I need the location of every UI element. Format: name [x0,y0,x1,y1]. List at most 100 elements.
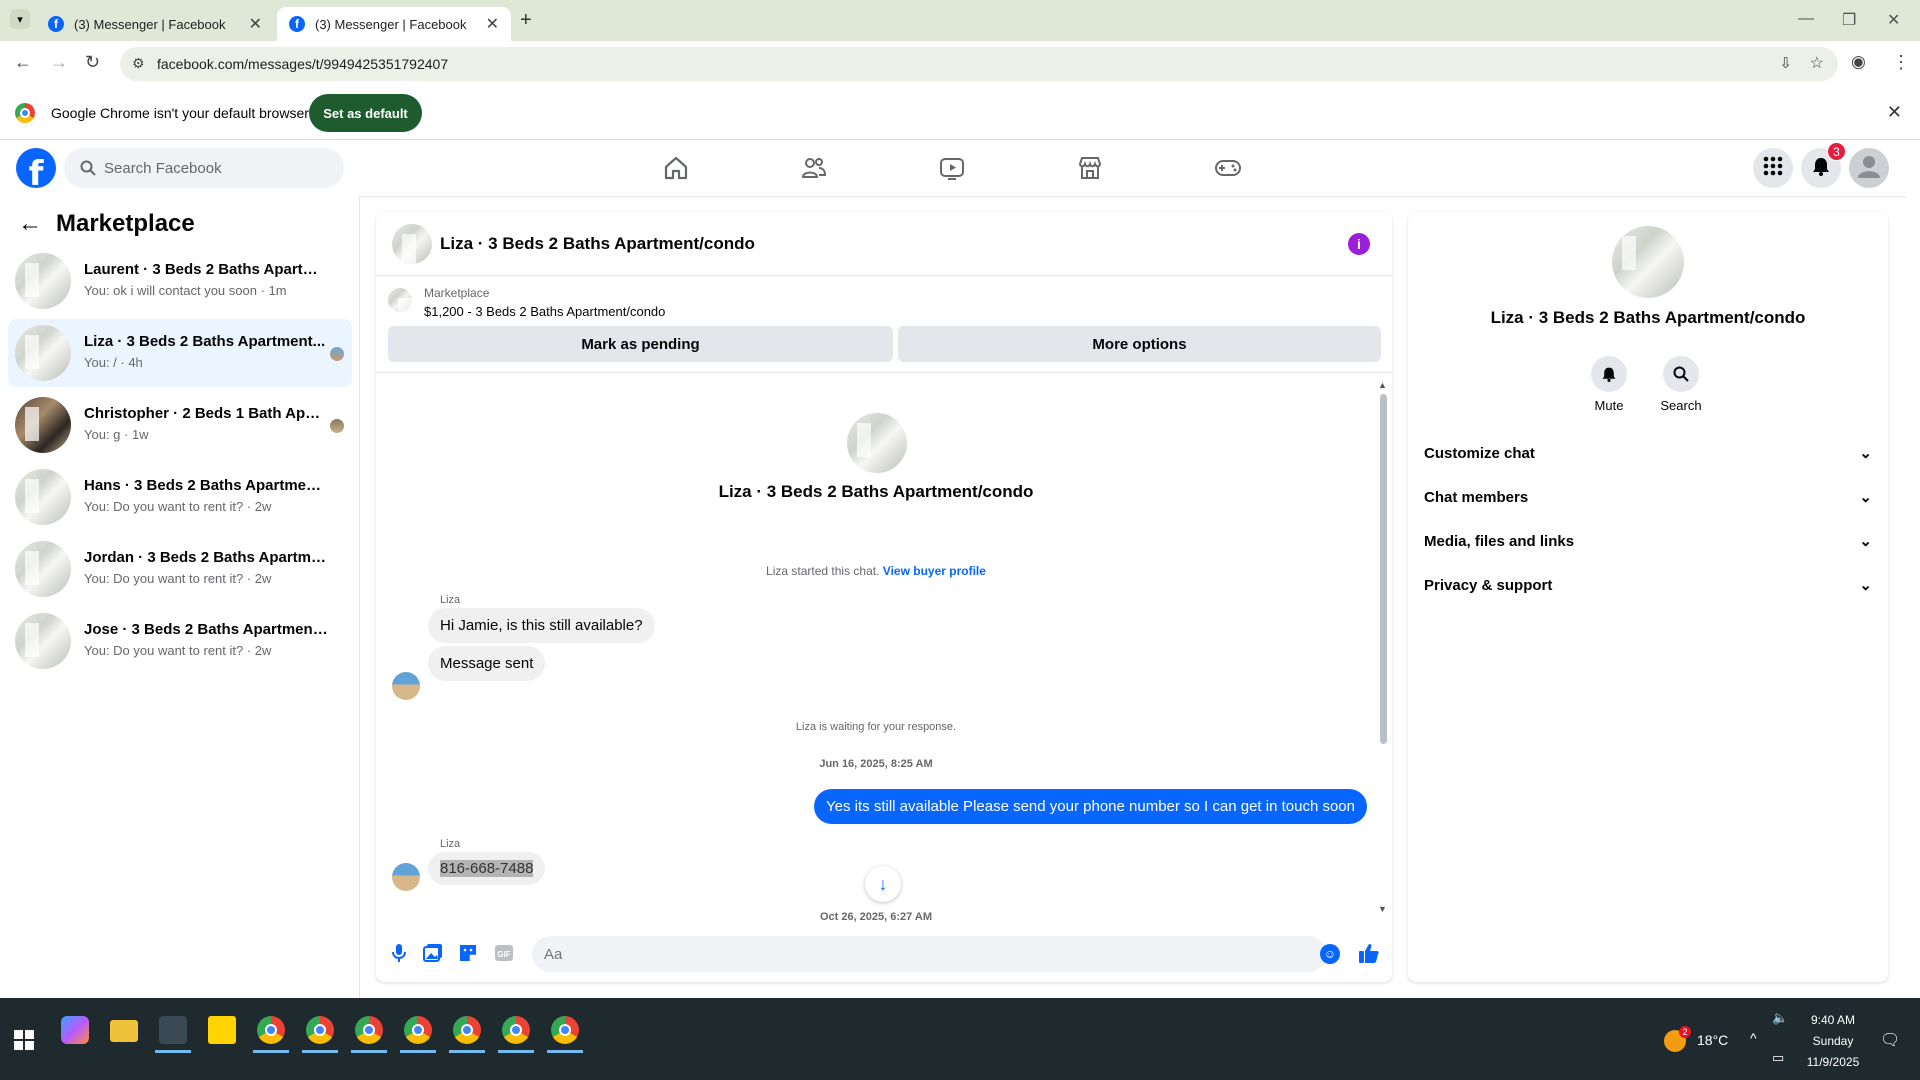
microphone-icon[interactable] [388,942,410,964]
sticky-notes-icon[interactable] [208,1016,236,1044]
incoming-message[interactable]: Hi Jamie, is this still available? [428,608,655,643]
chrome-profile-icon[interactable] [547,1016,583,1053]
close-tab-icon[interactable]: ✕ [249,14,262,34]
chat-title[interactable]: Liza · 3 Beds 2 Baths Apartment/condo [440,234,755,254]
chat-panel: Liza · 3 Beds 2 Baths Apartment/condo i … [376,212,1392,982]
network-icon[interactable]: ▭ [1772,1050,1784,1066]
outgoing-message[interactable]: Yes its still available Please send your… [814,789,1367,824]
customize-chat-section[interactable]: Customize chat ⌄ [1424,431,1872,475]
divider [376,372,1392,373]
chat-members-section[interactable]: Chat members ⌄ [1424,475,1872,519]
chat-details-panel: Liza · 3 Beds 2 Baths Apartment/condo Mu… [1408,212,1888,982]
chrome-profile-icon[interactable] [302,1016,338,1053]
reload-icon[interactable]: ↻ [85,52,100,73]
install-app-icon[interactable]: ⇩ [1779,54,1792,72]
chrome-profile-icon[interactable] [400,1016,436,1053]
chevron-down-icon: ⌄ [1859,577,1872,594]
mark-as-pending-button[interactable]: Mark as pending [388,326,893,362]
conversation-item[interactable]: Christopher · 2 Beds 1 Bath Apar... You:… [8,391,352,459]
page-scrollbar[interactable] [1906,196,1920,998]
sender-avatar[interactable] [392,672,420,700]
account-avatar[interactable] [1849,148,1889,188]
more-options-button[interactable]: More options [898,326,1381,362]
chrome-menu-icon[interactable]: ⋮ [1892,52,1910,73]
windows-start-icon[interactable] [14,1030,34,1050]
browser-tab-1[interactable]: f (3) Messenger | Facebook ✕ [36,7,274,41]
file-explorer-icon[interactable] [110,1020,138,1042]
incoming-message[interactable]: 816-668-7488 [428,852,546,885]
chrome-logo-icon [15,103,35,123]
conversation-item[interactable]: Jose · 3 Beds 2 Baths Apartment/c... You… [8,607,352,675]
chrome-profile-icon[interactable] [498,1016,534,1053]
sticker-icon[interactable] [457,942,479,964]
back-arrow-icon[interactable]: ← [18,210,42,238]
home-icon[interactable] [662,154,692,182]
conversation-item[interactable]: Laurent · 3 Beds 2 Baths Apartmen... You… [8,247,352,315]
back-icon[interactable]: ← [14,52,32,73]
conversation-preview: You: Do you want to rent it? · 2w [84,643,272,658]
new-tab-button[interactable]: + [520,9,532,32]
chat-scrollbar[interactable]: ▲ ▼ [1377,380,1389,916]
volume-icon[interactable]: 🔈 [1772,1010,1788,1026]
scroll-up-icon[interactable]: ▲ [1378,380,1387,390]
set-as-default-button[interactable]: Set as default [309,94,422,132]
chrome-profile-icon[interactable] [449,1016,485,1053]
forward-icon[interactable]: → [50,52,68,73]
conversation-item[interactable]: Jordan · 3 Beds 2 Baths Apartment... You… [8,535,352,603]
conversation-item-selected[interactable]: Liza · 3 Beds 2 Baths Apartment... You: … [8,319,352,387]
message-input[interactable] [532,936,1326,972]
browser-tab-2[interactable]: f (3) Messenger | Facebook ✕ [277,7,511,41]
emoji-icon[interactable]: ☺ [1320,944,1340,964]
conversation-item[interactable]: Hans · 3 Beds 2 Baths Apartment/... You:… [8,463,352,531]
photo-icon[interactable] [422,942,444,964]
bookmark-star-icon[interactable]: ☆ [1810,53,1824,73]
scroll-to-bottom-button[interactable]: ↓ [865,866,901,902]
scroll-down-icon[interactable]: ▼ [1378,904,1387,914]
gaming-icon[interactable] [1214,154,1244,182]
close-tab-icon[interactable]: ✕ [486,14,499,34]
notification-center-icon[interactable]: 🗨 [1880,1030,1900,1050]
facebook-search-input[interactable]: Search Facebook [64,148,344,188]
restore-icon[interactable]: ❐ [1842,10,1856,30]
tab-search-button[interactable]: ▾ [10,9,30,29]
scrollbar-thumb[interactable] [1380,394,1387,744]
gif-icon[interactable]: GIF [493,942,515,964]
conversation-preview: You: / · 4h [84,355,143,370]
friends-icon[interactable] [800,154,830,182]
phone-number[interactable]: 816-668-7488 [440,860,534,877]
conversation-profile-thumbnail[interactable] [847,413,907,473]
details-thumbnail[interactable] [1612,226,1684,298]
thumbs-up-icon[interactable] [1358,942,1380,964]
incoming-message[interactable]: Message sent [428,646,546,681]
info-icon[interactable]: i [1348,233,1370,255]
chrome-profile-icon[interactable] [351,1016,387,1053]
view-buyer-profile-link[interactable]: View buyer profile [883,564,986,578]
profile-icon[interactable]: ◉ [1851,52,1866,72]
tray-chevron-up-icon[interactable]: ^ [1750,1030,1757,1046]
system-clock[interactable]: 9:40 AM Sunday 11/9/2025 [1803,1010,1863,1073]
conversation-preview: You: Do you want to rent it? · 2w [84,499,272,514]
minimize-icon[interactable]: — [1798,10,1814,28]
privacy-support-section[interactable]: Privacy & support ⌄ [1424,563,1872,607]
close-infobar-icon[interactable]: ✕ [1887,102,1902,123]
snipping-tool-icon[interactable] [155,1016,191,1053]
media-files-links-section[interactable]: Media, files and links ⌄ [1424,519,1872,563]
menu-grid-button[interactable] [1753,148,1793,188]
sender-avatar[interactable] [392,863,420,891]
site-info-icon[interactable]: ⚙ [132,55,145,72]
chat-thumbnail[interactable] [392,224,432,264]
url-text[interactable]: facebook.com/messages/t/9949425351792407 [157,56,448,72]
marketplace-icon[interactable] [1076,154,1106,182]
started-text: Liza started this chat. [766,564,880,578]
omnibox[interactable]: ⚙ facebook.com/messages/t/99494253517924… [120,47,1838,81]
copilot-icon[interactable] [61,1016,89,1044]
temperature[interactable]: 18°C [1697,1032,1728,1048]
facebook-logo-icon[interactable]: f [16,148,56,188]
mute-button[interactable]: Mute [1579,356,1639,413]
search-in-chat-button[interactable]: Search [1651,356,1711,413]
watch-video-icon[interactable] [938,154,968,182]
close-window-icon[interactable]: ✕ [1887,10,1900,30]
chrome-icon[interactable] [253,1016,289,1053]
chat-header: Liza · 3 Beds 2 Baths Apartment/condo i [376,212,1392,276]
weather-badge: 2 [1679,1026,1691,1038]
